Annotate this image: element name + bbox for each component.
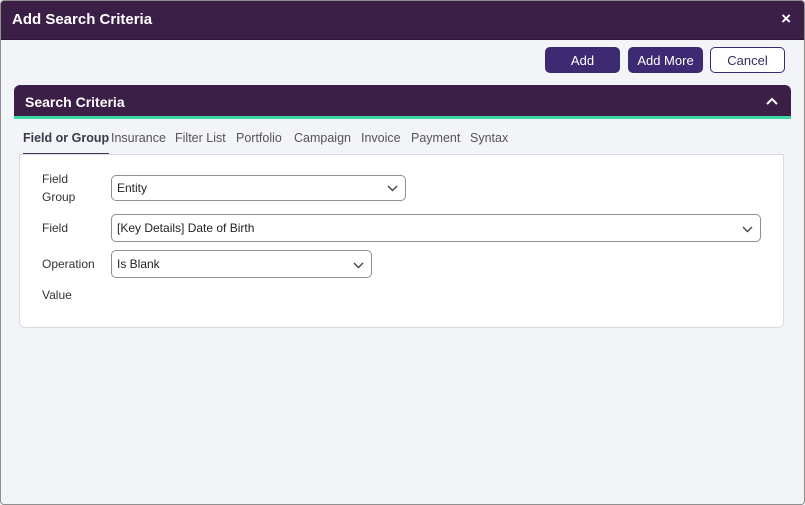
search-criteria-header: Search Criteria [14, 85, 791, 119]
chevron-down-icon [387, 185, 398, 192]
value-label: Value [42, 288, 72, 302]
tab-campaign[interactable]: Campaign [294, 123, 351, 153]
operation-label: Operation [42, 257, 95, 271]
add-search-criteria-dialog: Add Search Criteria × Add Add More Cance… [0, 0, 805, 505]
chevron-down-icon [742, 226, 753, 233]
field-group-value: Entity [117, 181, 148, 195]
tab-invoice[interactable]: Invoice [361, 123, 401, 153]
section-title: Search Criteria [25, 94, 125, 110]
field-or-group-panel: Field Group Entity Field [Key Details] D… [19, 154, 784, 328]
field-label: Field [42, 221, 69, 235]
field-group-label-line2: Group [42, 190, 76, 204]
add-button[interactable]: Add [545, 47, 620, 73]
dialog-title-bar: Add Search Criteria × [1, 1, 804, 40]
tab-syntax[interactable]: Syntax [470, 123, 508, 153]
field-select[interactable]: [Key Details] Date of Birth [111, 214, 761, 242]
field-value: [Key Details] Date of Birth [117, 221, 255, 235]
dialog-title: Add Search Criteria [12, 11, 153, 28]
tab-field-or-group[interactable]: Field or Group [23, 123, 110, 155]
tab-insurance[interactable]: Insurance [111, 123, 166, 153]
operation-select[interactable]: Is Blank [111, 250, 372, 278]
field-group-label-line1: Field [42, 172, 69, 186]
chevron-up-icon[interactable] [765, 94, 779, 108]
field-group-label: Field Group [42, 170, 75, 206]
close-icon[interactable]: × [781, 9, 791, 29]
tab-payment[interactable]: Payment [411, 123, 460, 153]
cancel-button[interactable]: Cancel [710, 47, 785, 73]
operation-value: Is Blank [117, 257, 160, 271]
chevron-down-icon [353, 262, 364, 269]
tab-filter-list[interactable]: Filter List [175, 123, 226, 153]
field-group-select[interactable]: Entity [111, 175, 406, 201]
tab-portfolio[interactable]: Portfolio [236, 123, 282, 153]
add-more-button[interactable]: Add More [628, 47, 703, 73]
